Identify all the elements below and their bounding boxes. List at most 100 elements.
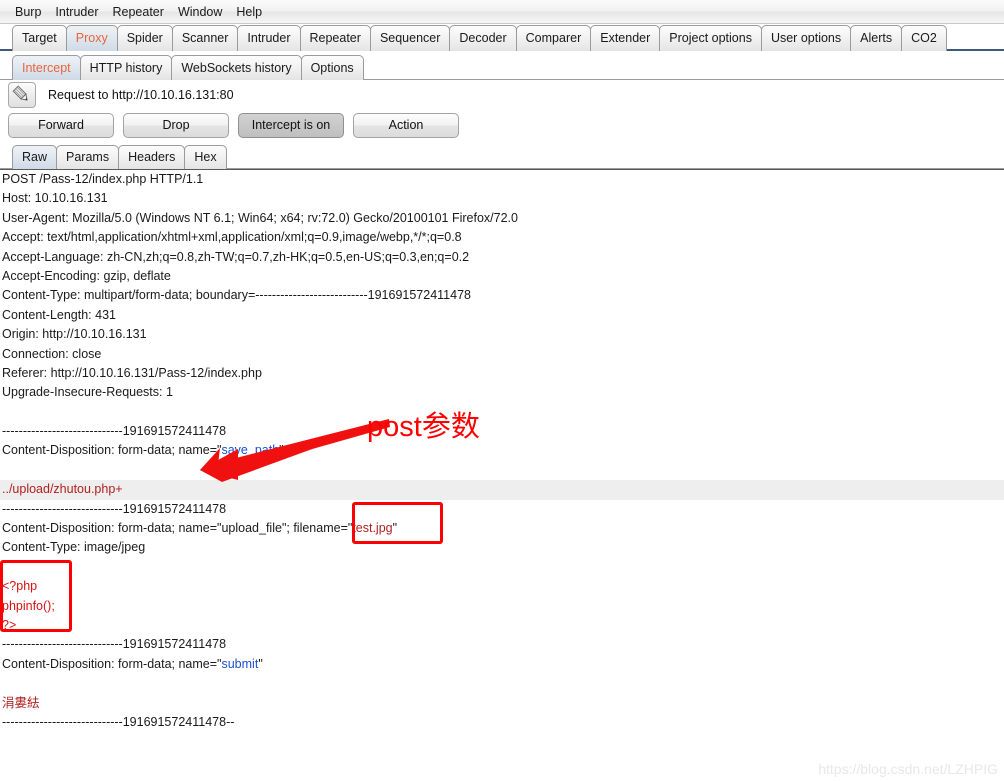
raw-line: ?> (0, 616, 1004, 635)
viewtab-params[interactable]: Params (56, 145, 120, 169)
subtab-intercept[interactable]: Intercept (12, 55, 81, 80)
tab-sequencer[interactable]: Sequencer (369, 25, 451, 51)
request-header-bar: Request to http://10.10.16.131:80 (0, 80, 1004, 110)
drop-button[interactable]: Drop (123, 113, 229, 138)
raw-token: POST /Pass-12/index.php HTTP/1.1 (2, 172, 204, 186)
raw-token: save_path (221, 443, 280, 458)
tab-extender[interactable]: Extender (590, 25, 661, 51)
raw-line: -----------------------------19169157241… (0, 422, 1004, 441)
raw-token: Connection: close (2, 346, 102, 361)
main-tab-bar: Target Proxy Spider Scanner Intruder Repeater… (0, 24, 1004, 51)
raw-token: Content-Length: 431 (2, 307, 116, 322)
raw-line: Content-Type: image/jpeg (0, 538, 1004, 557)
raw-request-lines: POST /Pass-12/index.php HTTP/1.1 Host: 10… (0, 170, 1004, 748)
raw-token: " (279, 443, 284, 458)
raw-token: " (392, 521, 398, 536)
raw-token: Upgrade-Insecure-Requests: 1 (2, 385, 173, 400)
raw-token: Content-Disposition: form-data; name="up… (2, 521, 353, 536)
tab-intruder[interactable]: Intruder (237, 25, 301, 51)
raw-line: -----------------------------19169157241… (0, 713, 1004, 732)
subtab-options[interactable]: Options (300, 55, 364, 80)
raw-request-editor[interactable]: POST /Pass-12/index.php HTTP/1.1 Host: 10… (0, 169, 1004, 748)
viewtab-raw[interactable]: Raw (12, 145, 58, 169)
raw-token: Host: 10.10.16.131 (2, 191, 108, 206)
tab-proxy[interactable]: Proxy (65, 25, 118, 51)
raw-token: -----------------------------19169157241… (2, 637, 227, 652)
menu-item-help[interactable]: Help (229, 3, 269, 21)
raw-line (0, 558, 1004, 577)
raw-token: Content-Disposition: form-data; name=" (2, 656, 222, 671)
menu-item-burp[interactable]: Burp (8, 3, 48, 21)
raw-token: Content-Disposition: form-data; name=" (2, 443, 222, 458)
raw-line: POST /Pass-12/index.php HTTP/1.1 (0, 170, 1004, 189)
tab-alerts[interactable]: Alerts (850, 25, 903, 51)
raw-token: submit (221, 656, 259, 671)
raw-token: -----------------------------19169157241… (2, 714, 235, 729)
message-view-tab-bar: Raw Params Headers Hex (0, 143, 1004, 169)
raw-line: Upgrade-Insecure-Requests: 1 (0, 383, 1004, 402)
subtab-websockets-history[interactable]: WebSockets history (171, 55, 302, 80)
raw-line: 涓婁紶 (0, 694, 1004, 713)
tab-decoder[interactable]: Decoder (449, 25, 517, 51)
action-button[interactable]: Action (353, 113, 459, 138)
menu-item-intruder[interactable]: Intruder (48, 3, 105, 21)
raw-token: ../upload/zhutou.php+ (2, 482, 123, 497)
tab-comparer[interactable]: Comparer (515, 25, 592, 51)
raw-line: Content-Length: 431 (0, 306, 1004, 325)
raw-token: <?php (2, 579, 38, 594)
raw-line (0, 461, 1004, 480)
raw-line (0, 674, 1004, 693)
raw-line (0, 403, 1004, 422)
raw-line: ../upload/zhutou.php+ (0, 480, 1004, 500)
raw-line: User-Agent: Mozilla/5.0 (Windows NT 6.1;… (0, 209, 1004, 228)
raw-line: -----------------------------19169157241… (0, 635, 1004, 654)
viewtab-hex[interactable]: Hex (184, 145, 227, 169)
intercept-action-bar: Forward Drop Intercept is on Action (0, 110, 1004, 141)
intercept-toggle-button[interactable]: Intercept is on (238, 113, 344, 138)
tab-project-options[interactable]: Project options (659, 25, 762, 51)
raw-line: -----------------------------19169157241… (0, 500, 1004, 519)
tab-repeater[interactable]: Repeater (299, 25, 371, 51)
raw-token: Accept: text/html,application/xhtml+xml,… (2, 230, 462, 245)
request-title: Request to http://10.10.16.131:80 (48, 88, 234, 102)
raw-token: -----------------------------19169157241… (2, 424, 227, 439)
raw-token: Content-Type: multipart/form-data; bound… (2, 288, 471, 303)
tab-user-options[interactable]: User options (760, 25, 852, 51)
tab-scanner[interactable]: Scanner (171, 25, 239, 51)
raw-token: Content-Type: image/jpeg (2, 540, 146, 555)
raw-token: test.jpg (352, 521, 393, 536)
raw-token: -----------------------------19169157241… (2, 501, 227, 516)
raw-token: Referer: http://10.10.16.131/Pass-12/ind… (2, 365, 262, 380)
subtab-http-history[interactable]: HTTP history (79, 55, 173, 80)
raw-line: Accept: text/html,application/xhtml+xml,… (0, 228, 1004, 247)
raw-line: Accept-Encoding: gzip, deflate (0, 267, 1004, 286)
raw-token: Accept-Language: zh-CN,zh;q=0.8,zh-TW;q=… (2, 249, 470, 264)
raw-token: Origin: http://10.10.16.131 (2, 327, 147, 342)
raw-line: Accept-Language: zh-CN,zh;q=0.8,zh-TW;q=… (0, 248, 1004, 267)
raw-line: <?php (0, 577, 1004, 596)
pencil-icon-button[interactable] (8, 82, 36, 108)
viewtab-headers[interactable]: Headers (118, 145, 186, 169)
raw-token: User-Agent: Mozilla/5.0 (Windows NT 6.1;… (2, 210, 518, 225)
forward-button[interactable]: Forward (8, 113, 114, 138)
raw-line: Host: 10.10.16.131 (0, 189, 1004, 208)
raw-token: phpinfo(); (2, 598, 55, 613)
raw-token: ?> (2, 617, 17, 632)
raw-line: Content-Disposition: form-data; name="up… (0, 519, 1004, 538)
raw-token: Accept-Encoding: gzip, deflate (2, 268, 171, 283)
raw-line: phpinfo(); (0, 597, 1004, 616)
menu-item-repeater[interactable]: Repeater (106, 3, 171, 21)
pencil-icon (12, 85, 28, 101)
raw-line: Content-Disposition: form-data; name="sa… (0, 441, 1004, 460)
tab-target[interactable]: Target (12, 25, 67, 51)
raw-line: Referer: http://10.10.16.131/Pass-12/ind… (0, 364, 1004, 383)
raw-line (0, 732, 1004, 748)
raw-token: 涓婁紶 (2, 695, 40, 710)
raw-token: " (258, 656, 263, 671)
menu-item-window[interactable]: Window (171, 3, 229, 21)
raw-line: Origin: http://10.10.16.131 (0, 325, 1004, 344)
watermark-text: https://blog.csdn.net/LZHPIG (818, 761, 998, 777)
raw-line: Content-Type: multipart/form-data; bound… (0, 286, 1004, 305)
tab-spider[interactable]: Spider (116, 25, 173, 51)
tab-co2[interactable]: CO2 (901, 25, 947, 51)
